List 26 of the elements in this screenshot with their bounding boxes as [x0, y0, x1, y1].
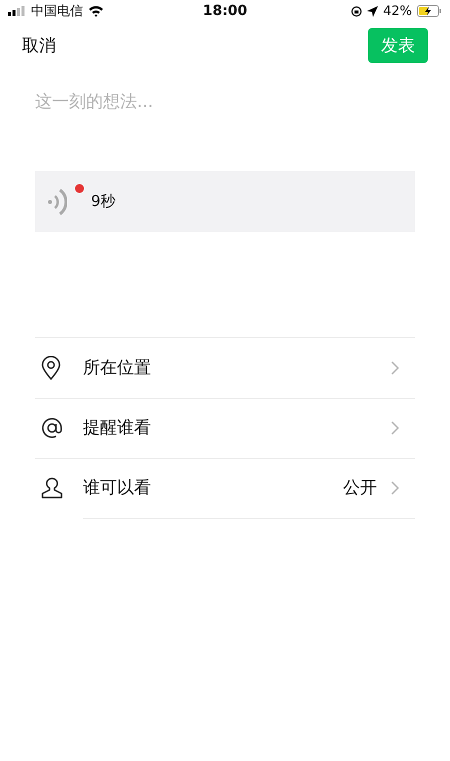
post-text-field[interactable]: 这一刻的想法... [35, 86, 415, 118]
at-sign-icon [41, 417, 63, 439]
battery-icon [417, 5, 442, 17]
row-label: 所在位置 [83, 357, 152, 379]
location-arrow-icon [367, 6, 378, 16]
row-label: 谁可以看 [83, 477, 152, 499]
carrier-name: 中国电信 [31, 3, 83, 20]
settings-row[interactable]: 所在位置 [35, 338, 415, 398]
row-label: 提醒谁看 [83, 417, 152, 439]
chevron-right-icon [391, 420, 399, 434]
battery-percent: 42% [383, 4, 412, 18]
signal-icon [8, 6, 26, 16]
row-value: 公开 [343, 477, 377, 499]
rotation-lock-icon [351, 6, 362, 16]
settings-row[interactable]: 提醒谁看 [35, 398, 415, 458]
location-pin-icon [41, 356, 61, 380]
cancel-button[interactable]: 取消 [22, 34, 56, 56]
voice-wave-icon [47, 186, 67, 216]
voice-duration: 9秒 [91, 192, 116, 211]
voice-message-card[interactable]: 9秒 [35, 171, 415, 232]
status-time: 18:00 [202, 3, 248, 19]
chevron-right-icon [391, 480, 399, 494]
settings-row[interactable]: 谁可以看 公开 [35, 458, 415, 518]
chevron-right-icon [391, 360, 399, 374]
wifi-icon [88, 5, 104, 17]
person-icon [41, 477, 63, 499]
